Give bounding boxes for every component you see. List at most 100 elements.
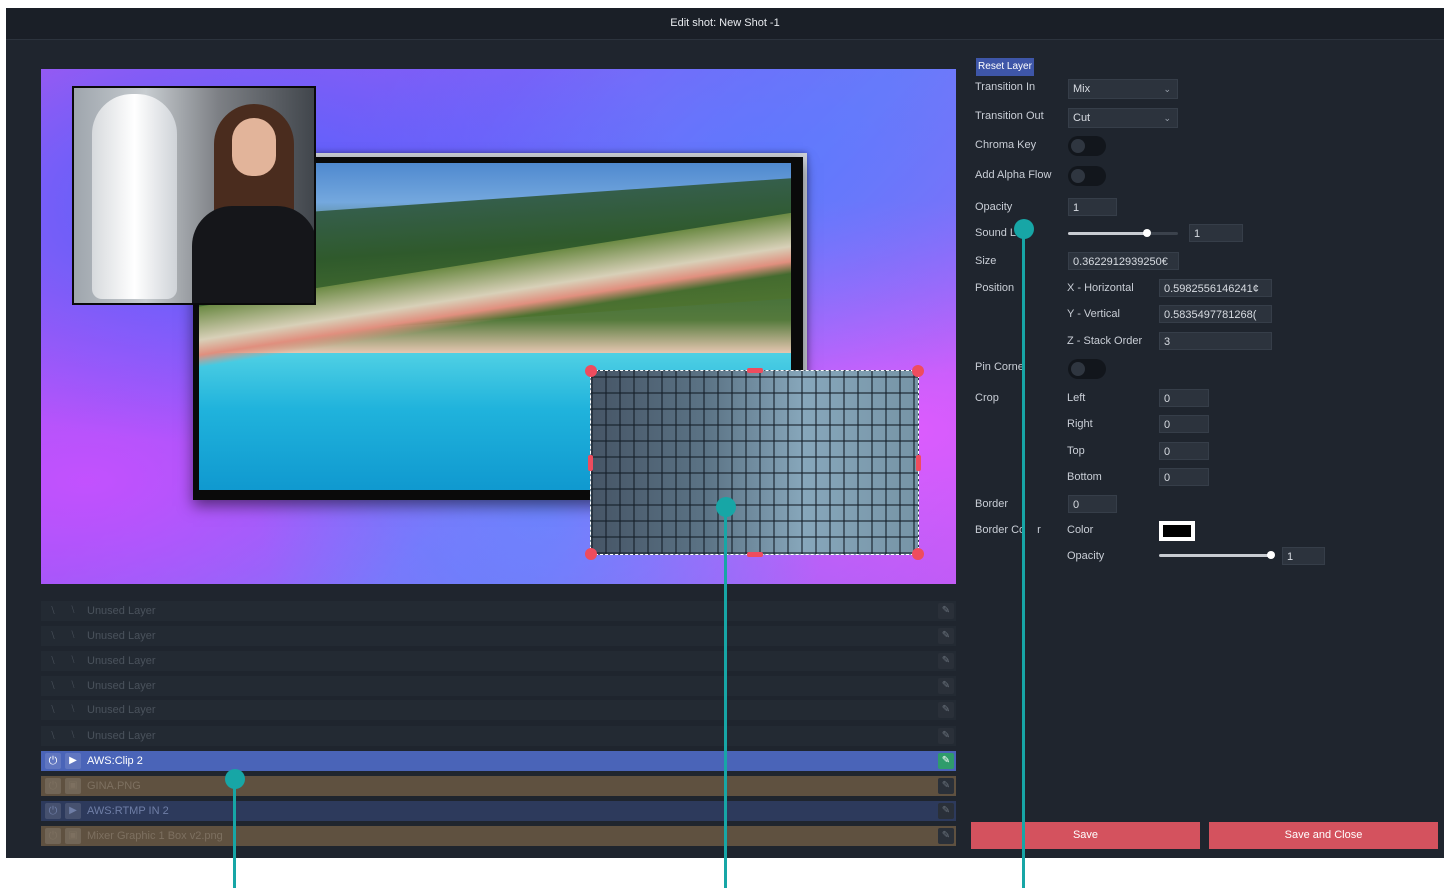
preview-canvas[interactable]	[41, 69, 956, 584]
callout-line-layers	[233, 780, 236, 888]
disabled-icon: ⧵	[51, 680, 55, 692]
y-vertical-input[interactable]: 0.5835497781268(	[1159, 305, 1272, 323]
border-color-color-label: Color	[1067, 524, 1094, 536]
resize-handle-right[interactable]	[916, 455, 921, 471]
resize-handle-top[interactable]	[747, 368, 763, 373]
border-color-fill	[1163, 525, 1191, 537]
edit-icon[interactable]: ✎	[938, 803, 954, 819]
z-stack-order-input[interactable]: 3	[1159, 332, 1272, 350]
transition-in-select[interactable]: Mix ⌄	[1068, 79, 1178, 99]
callout-dot-layers	[225, 769, 245, 789]
transition-out-select[interactable]: Cut ⌄	[1068, 108, 1178, 128]
disabled-icon: ⧵	[71, 630, 75, 641]
alpha-flow-toggle[interactable]	[1068, 166, 1106, 186]
border-opacity-input[interactable]: 1	[1282, 547, 1325, 565]
layer-row-unused[interactable]: ⧵ ⧵ Unused Layer ✎	[41, 726, 956, 746]
layer-name: Unused Layer	[87, 730, 156, 742]
resize-handle-bottom-left[interactable]	[585, 548, 597, 560]
resize-handle-bottom-right[interactable]	[912, 548, 924, 560]
layer-row-unused[interactable]: ⧵ ⧵ Unused Layer ✎	[41, 700, 956, 720]
x-horizontal-label: X - Horizontal	[1067, 282, 1134, 294]
chroma-key-label: Chroma Key	[975, 139, 1037, 151]
layer-row-unused[interactable]: ⧵ ⧵ Unused Layer ✎	[41, 626, 956, 646]
chevron-down-icon: ⌄	[1163, 84, 1171, 94]
sound-level-track-rest	[1147, 232, 1178, 235]
save-and-close-button[interactable]: Save and Close	[1209, 822, 1438, 849]
toggle-knob	[1071, 139, 1085, 153]
edit-icon[interactable]: ✎	[938, 828, 954, 844]
edit-icon[interactable]: ✎	[938, 678, 954, 694]
border-color-label-end: r	[1037, 524, 1041, 536]
opacity-input[interactable]: 1	[1068, 198, 1117, 216]
layer-name: AWS:Clip 2	[87, 755, 143, 767]
mannequin-figure	[92, 94, 177, 299]
border-opacity-thumb[interactable]	[1267, 551, 1275, 559]
border-opacity-track	[1159, 554, 1271, 557]
callout-line-properties	[1022, 230, 1025, 888]
presenter-body	[192, 206, 314, 303]
callout-dot-properties	[1014, 219, 1034, 239]
size-input[interactable]: 0.3622912939250€	[1068, 252, 1179, 270]
border-color-label: Border Co r	[975, 524, 1041, 536]
power-icon[interactable]: ⏻	[45, 828, 61, 844]
pin-corner-label: Pin Corne	[975, 361, 1024, 373]
crop-left-label: Left	[1067, 392, 1086, 404]
sound-level-track	[1068, 232, 1147, 235]
crop-top-label: Top	[1067, 445, 1085, 457]
opacity-label: Opacity	[975, 201, 1013, 213]
sound-level-input[interactable]: 1	[1189, 224, 1243, 242]
layer-name: Unused Layer	[87, 680, 156, 692]
layer-row[interactable]: ⏻ ▣ Mixer Graphic 1 Box v2.png ✎	[41, 826, 956, 846]
transition-out-label: Transition Out	[975, 110, 1044, 122]
toggle-knob	[1071, 169, 1085, 183]
selected-layer-building[interactable]	[585, 365, 924, 560]
power-icon[interactable]: ⏻	[45, 778, 61, 794]
resize-handle-top-right[interactable]	[912, 365, 924, 377]
crop-bottom-input[interactable]: 0	[1159, 468, 1209, 486]
border-color-swatch[interactable]	[1159, 521, 1195, 541]
layer-row-unused[interactable]: ⧵ ⧵ Unused Layer ✎	[41, 676, 956, 696]
layer-row-unused[interactable]: ⧵ ⧵ Unused Layer ✎	[41, 601, 956, 621]
border-label: Border	[975, 498, 1009, 510]
power-icon[interactable]: ⏻	[45, 753, 61, 769]
crop-right-input[interactable]: 0	[1159, 415, 1209, 433]
window-title: Edit shot: New Shot -1	[6, 8, 1444, 40]
disabled-icon: ⧵	[71, 655, 75, 666]
x-horizontal-input[interactable]: 0.5982556146241¢	[1159, 279, 1272, 297]
video-camera-icon: ▶	[65, 753, 81, 769]
disabled-icon: ⧵	[71, 704, 75, 715]
crop-top-input[interactable]: 0	[1159, 442, 1209, 460]
edit-icon[interactable]: ✎	[938, 778, 954, 794]
layer-name: AWS:RTMP IN 2	[87, 805, 169, 817]
edit-icon[interactable]: ✎	[938, 653, 954, 669]
callout-line-preview	[724, 508, 727, 888]
save-button[interactable]: Save	[971, 822, 1200, 849]
power-icon[interactable]: ⏻	[45, 803, 61, 819]
edit-icon[interactable]: ✎	[938, 628, 954, 644]
chevron-down-icon: ⌄	[1163, 113, 1171, 123]
image-icon: ▣	[65, 778, 81, 794]
resize-handle-bottom[interactable]	[747, 552, 763, 557]
disabled-icon: ⧵	[51, 704, 55, 716]
edit-icon[interactable]: ✎	[938, 702, 954, 718]
layer-row[interactable]: ⏻ ▶ AWS:RTMP IN 2 ✎	[41, 801, 956, 821]
sound-level-thumb[interactable]	[1143, 229, 1151, 237]
border-input[interactable]: 0	[1068, 495, 1117, 513]
chroma-key-toggle[interactable]	[1068, 136, 1106, 156]
resize-handle-left[interactable]	[588, 455, 593, 471]
edit-icon[interactable]: ✎	[938, 603, 954, 619]
border-opacity-label: Opacity	[1067, 550, 1105, 562]
layer-row-unused[interactable]: ⧵ ⧵ Unused Layer ✎	[41, 651, 956, 671]
presenter-video-layer[interactable]	[72, 86, 316, 305]
crop-left-input[interactable]: 0	[1159, 389, 1209, 407]
layer-row[interactable]: ⏻ ▣ GINA.PNG ✎	[41, 776, 956, 796]
pin-corner-toggle[interactable]	[1068, 359, 1106, 379]
y-vertical-label: Y - Vertical	[1067, 308, 1120, 320]
edit-icon[interactable]: ✎	[938, 728, 954, 744]
layer-row[interactable]: ⏻ ▶ AWS:Clip 2 ✎	[41, 751, 956, 771]
edit-icon[interactable]: ✎	[938, 753, 954, 769]
resize-handle-top-left[interactable]	[585, 365, 597, 377]
reset-layer-button[interactable]: Reset Layer	[976, 58, 1034, 76]
toggle-knob	[1071, 362, 1085, 376]
presenter-face	[232, 118, 276, 176]
